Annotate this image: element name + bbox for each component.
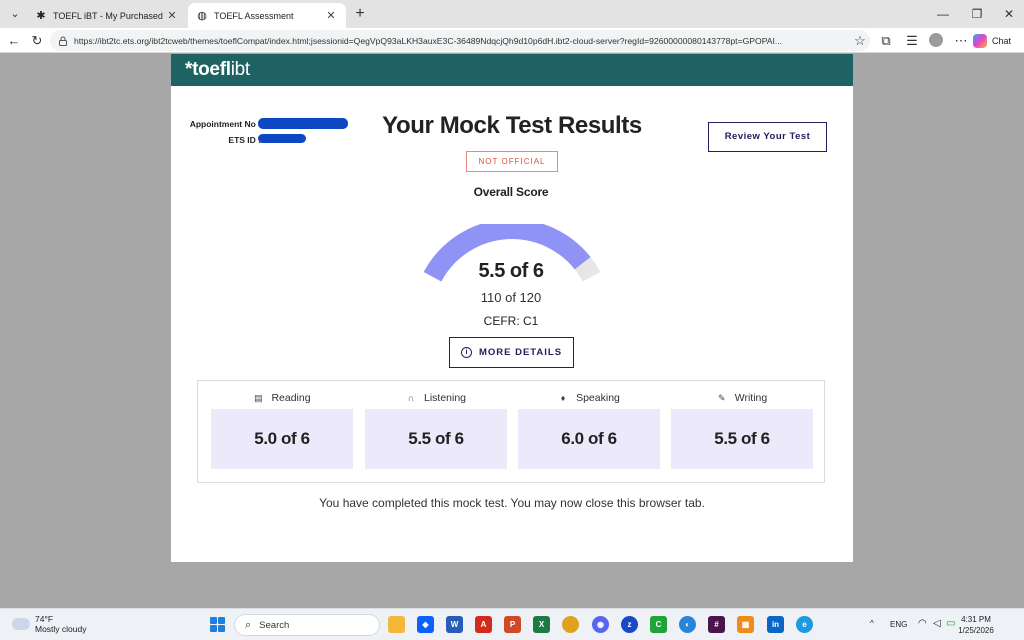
page-title: Your Mock Test Results (382, 112, 642, 139)
excel-icon[interactable]: X (533, 616, 550, 633)
brand-header: *toeflibt (171, 54, 853, 86)
dropbox-icon[interactable]: ◆ (417, 616, 434, 633)
section-score: 5.5 of 6 (671, 409, 813, 469)
ets-star-icon: ✱ (36, 10, 46, 22)
toefl-ibt-logo: *toeflibt (185, 59, 250, 80)
completion-message: You have completed this mock test. You m… (319, 496, 705, 510)
office-app-icon[interactable]: ▦ (737, 616, 754, 633)
file-explorer-icon[interactable] (388, 616, 405, 633)
redacted-ets-id (258, 134, 306, 143)
tab-label: TOEFL iBT - My Purchased Test Pre (53, 10, 165, 21)
close-window-icon[interactable]: ✕ (992, 0, 1024, 28)
url-text[interactable]: https://ibt2tc.ets.org/ibt2tcweb/themes/… (74, 36, 864, 46)
tab-toefl-purchased[interactable]: ✱ TOEFL iBT - My Purchased Test Pre ✕ (27, 3, 187, 28)
headphones-icon: ∩ (407, 393, 415, 403)
windows-start-icon[interactable] (210, 617, 225, 632)
refresh-icon[interactable]: ↻ (27, 31, 47, 51)
chrome-icon[interactable] (562, 616, 579, 633)
section-reading: ▤ Reading 5.0 of 6 (211, 381, 353, 484)
section-scores: ▤ Reading 5.0 of 6 ∩ Listening 5.5 of 6 … (197, 380, 825, 483)
close-tab-icon[interactable]: ✕ (324, 9, 338, 22)
section-listening: ∩ Listening 5.5 of 6 (365, 381, 507, 484)
taskbar-clock[interactable]: 4:31 PM 1/25/2026 (956, 614, 996, 636)
info-icon: i (460, 347, 472, 358)
weather-widget[interactable]: 74°F Mostly cloudy (12, 613, 87, 634)
chat-button[interactable]: Chat (973, 31, 1011, 51)
weather-temperature: 74°F (35, 614, 54, 624)
review-test-button[interactable]: Review Your Test (708, 122, 827, 152)
maximize-icon[interactable]: ❐ (960, 0, 994, 28)
linkedin-icon[interactable]: in (767, 616, 784, 633)
browser-app-icon[interactable]: ◐ (679, 616, 696, 633)
ets-id-label: ETS ID : (228, 135, 261, 145)
overall-score-label: Overall Score (473, 185, 549, 199)
powerpoint-icon[interactable]: P (504, 616, 521, 633)
volume-icon[interactable]: ◁ (933, 618, 941, 629)
section-header: ▤ Reading (211, 391, 353, 405)
section-score: 5.5 of 6 (365, 409, 507, 469)
slack-icon[interactable]: # (708, 616, 725, 633)
section-name: Reading (271, 392, 311, 404)
tab-toefl-assessment[interactable]: ◍ TOEFL Assessment ✕ (188, 3, 346, 28)
search-icon: ⌕ (245, 618, 252, 631)
chat-label: Chat (992, 36, 1012, 46)
profile-avatar[interactable] (929, 33, 943, 47)
partly-cloudy-icon (12, 613, 30, 630)
browser-toolbar: ← ↻ https://ibt2tc.ets.org/ibt2tcweb/the… (0, 28, 1024, 53)
discord-icon[interactable]: ◉ (592, 616, 609, 633)
extensions-icon[interactable]: ⧉ (876, 31, 896, 51)
back-icon[interactable]: ← (4, 31, 24, 51)
clock-date: 1/25/2026 (958, 626, 994, 635)
camtasia-icon[interactable]: C (650, 616, 667, 633)
cefr-level: CEFR: C1 (483, 314, 539, 328)
clock-time: 4:31 PM (961, 615, 991, 624)
new-tab-icon[interactable]: + (350, 4, 370, 24)
globe-icon: ◍ (197, 10, 207, 22)
zoom-icon[interactable]: z (621, 616, 638, 633)
close-tab-icon[interactable]: ✕ (165, 9, 179, 22)
word-icon[interactable]: W (446, 616, 463, 633)
wifi-icon[interactable]: ◠ (918, 618, 927, 629)
section-score: 6.0 of 6 (518, 409, 660, 469)
section-writing: ✎ Writing 5.5 of 6 (671, 381, 813, 484)
section-header: ♦ Speaking (518, 391, 660, 405)
appointment-label: Appointment No : (189, 119, 261, 129)
address-bar[interactable]: https://ibt2tc.ets.org/ibt2tcweb/themes/… (50, 30, 870, 51)
section-name: Listening (423, 392, 467, 404)
show-hidden-icons[interactable]: ^ (870, 619, 874, 628)
minimize-icon[interactable]: — (926, 0, 960, 28)
section-header: ∩ Listening (365, 391, 507, 405)
more-details-label: MORE DETAILS (478, 347, 563, 358)
results-page: *toeflibt Appointment No : ETS ID : Your… (171, 54, 853, 562)
favorites-icon[interactable]: ☰ (902, 31, 922, 51)
battery-icon[interactable]: ▭ (946, 618, 955, 629)
more-options-icon[interactable]: ⋯ (951, 31, 971, 51)
pencil-icon: ✎ (717, 393, 726, 403)
search-placeholder: Search (259, 619, 290, 631)
section-speaking: ♦ Speaking 6.0 of 6 (518, 381, 660, 484)
tab-label: TOEFL Assessment (214, 10, 294, 21)
book-icon: ▤ (254, 393, 263, 403)
input-language[interactable]: ENG (890, 620, 907, 629)
microphone-icon: ♦ (560, 393, 566, 403)
more-details-button[interactable]: i MORE DETAILS (449, 337, 574, 368)
scaled-score-value: 110 of 120 (480, 290, 542, 305)
tab-strip: ⌄ ✱ TOEFL iBT - My Purchased Test Pre ✕ … (0, 0, 1024, 28)
section-name: Writing (734, 392, 768, 404)
windows-taskbar: 74°F Mostly cloudy ⌕ Search ◆ W A P X ◉ … (0, 608, 1024, 640)
favorite-star-icon[interactable]: ☆ (850, 31, 870, 51)
overall-score-value: 5.5 of 6 (478, 260, 544, 282)
acrobat-icon[interactable]: A (475, 616, 492, 633)
candidate-ids: Appointment No : ETS ID : (171, 116, 261, 148)
section-header: ✎ Writing (671, 391, 813, 405)
tab-actions-menu-icon[interactable]: ⌄ (4, 4, 26, 24)
copilot-icon (973, 34, 987, 48)
weather-condition: Mostly cloudy (35, 624, 87, 634)
section-score: 5.0 of 6 (211, 409, 353, 469)
not-official-badge: NOT OFFICIAL (466, 151, 558, 172)
taskbar-search[interactable]: ⌕ Search (234, 614, 380, 636)
site-info-icon[interactable] (58, 36, 68, 46)
edge-icon[interactable]: e (796, 616, 813, 633)
section-name: Speaking (576, 392, 620, 404)
